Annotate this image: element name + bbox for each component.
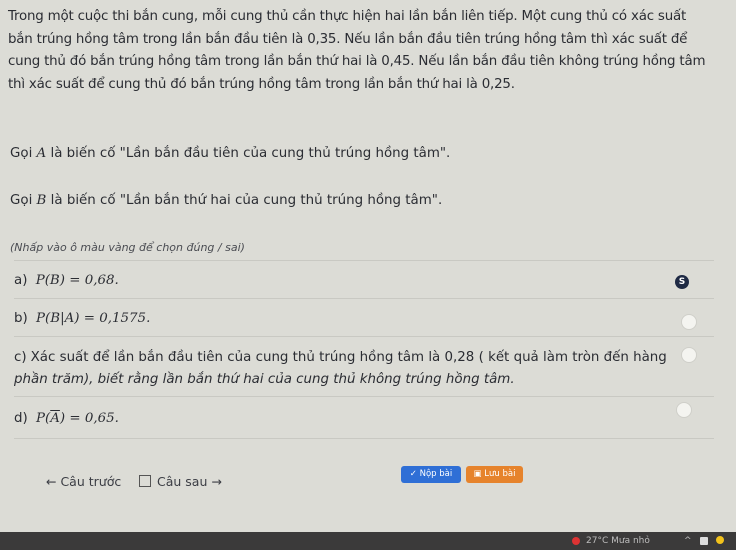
statement-math: P(A) = 0,65. [36,411,119,426]
problem-line: bắn trúng hồng tâm trong lần bắn đầu tiê… [8,31,688,47]
divider [14,298,714,299]
weather-alert-icon[interactable] [572,537,580,545]
divider [14,260,714,261]
problem-line: thì xác suất để cung thủ đó bắn trúng hồ… [8,76,515,92]
statement-label: b) [14,311,28,326]
statement-text-line1: Xác suất để lần bắn đầu tiên của cung th… [30,350,667,365]
statement-d[interactable]: d) P(A) = 0,65. [14,411,714,426]
event-b-definition: Gọi B là biến cố "Lần bắn thứ hai của cu… [10,193,443,208]
answer-toggle-b[interactable] [681,314,697,330]
check-circle-icon: ✓ [409,469,420,479]
save-button[interactable]: ▣ Lưu bài [466,466,523,483]
chevron-up-icon[interactable]: ^ [684,536,692,546]
weather-status[interactable]: 27°C Mưa nhỏ [586,536,650,546]
answer-toggle-c[interactable] [681,347,697,363]
statement-label: c) [14,350,27,365]
statement-text-line2: phần trăm), biết rằng lần bắn thứ hai củ… [14,372,515,387]
save-icon: ▣ [473,469,485,479]
statement-b[interactable]: b) P(B|A) = 0,1575. [14,311,714,326]
divider [14,396,714,397]
event-a-definition: Gọi A là biến cố "Lần bắn đầu tiên của c… [10,146,451,161]
statement-label: d) [14,411,28,426]
prev-question-link[interactable]: ← Câu trước [46,474,157,489]
event-b-var: B [36,193,47,208]
problem-text: Trong một cuộc thi bắn cung, mỗi cung th… [8,6,728,96]
statement-math: P(B) = 0,68. [35,273,119,288]
divider [14,336,714,337]
answer-badge-a[interactable]: S [675,275,689,289]
tray-app-icon[interactable] [716,536,724,544]
answer-toggle-d[interactable] [676,402,692,418]
instruction-hint: (Nhấp vào ô màu vàng để chọn đúng / sai) [10,241,245,254]
checkbox-icon[interactable] [139,475,152,487]
problem-line: Trong một cuộc thi bắn cung, mỗi cung th… [8,9,687,24]
event-a-var: A [36,146,47,161]
submit-button[interactable]: ✓ Nộp bài [401,466,461,483]
problem-line: cung thủ đó bắn trúng hồng tâm trong lần… [8,54,706,69]
statement-c[interactable]: c) Xác suất để lần bắn đầu tiên của cung … [14,347,714,391]
next-question-link[interactable]: Câu sau → [157,474,222,489]
statement-label: a) [14,273,28,288]
divider [14,438,714,439]
statement-math: P(B|A) = 0,1575. [36,311,151,326]
quiz-page: Trong một cuộc thi bắn cung, mỗi cung th… [0,0,736,550]
os-taskbar: 27°C Mưa nhỏ ^ [0,532,736,550]
statement-a[interactable]: a) P(B) = 0,68. [14,273,714,288]
network-icon[interactable] [700,537,708,545]
